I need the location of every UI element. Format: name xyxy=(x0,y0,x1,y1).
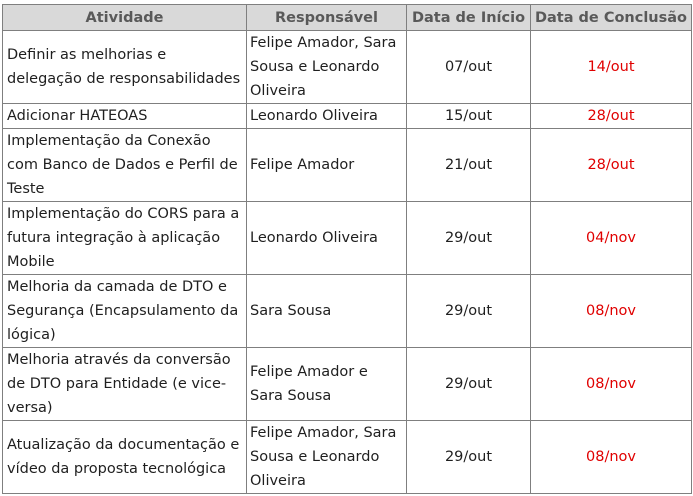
cell-owner: Leonardo Oliveira xyxy=(246,201,407,275)
cell-start-date: 29/out xyxy=(406,420,531,494)
cell-owner: Leonardo Oliveira xyxy=(246,103,407,129)
header-end-date: Data de Conclusão xyxy=(530,4,692,31)
cell-start-date: 21/out xyxy=(406,128,531,202)
cell-end-date: 14/out xyxy=(530,30,692,104)
table-row: Melhoria através da conversão de DTO par… xyxy=(2,347,692,421)
schedule-table: Atividade Responsável Data de Início Dat… xyxy=(2,4,692,494)
header-start-date: Data de Início xyxy=(406,4,531,31)
cell-start-date: 29/out xyxy=(406,201,531,275)
header-row: Atividade Responsável Data de Início Dat… xyxy=(2,4,692,31)
cell-owner: Felipe Amador, Sara Sousa e Leonardo Oli… xyxy=(246,420,407,494)
cell-activity: Definir as melhorias e delegação de resp… xyxy=(2,30,247,104)
table-header: Atividade Responsável Data de Início Dat… xyxy=(2,4,692,31)
cell-start-date: 29/out xyxy=(406,347,531,421)
header-owner: Responsável xyxy=(246,4,407,31)
table-row: Implementação da Conexão com Banco de Da… xyxy=(2,128,692,202)
table-row: Implementação do CORS para a futura inte… xyxy=(2,201,692,275)
cell-owner: Felipe Amador xyxy=(246,128,407,202)
cell-end-date: 28/out xyxy=(530,103,692,129)
table-body: Definir as melhorias e delegação de resp… xyxy=(2,30,692,494)
table-row: Adicionar HATEOAS Leonardo Oliveira 15/o… xyxy=(2,103,692,129)
cell-owner: Felipe Amador e Sara Sousa xyxy=(246,347,407,421)
cell-start-date: 29/out xyxy=(406,274,531,348)
cell-activity: Implementação da Conexão com Banco de Da… xyxy=(2,128,247,202)
cell-start-date: 15/out xyxy=(406,103,531,129)
cell-activity: Melhoria através da conversão de DTO par… xyxy=(2,347,247,421)
table-row: Definir as melhorias e delegação de resp… xyxy=(2,30,692,104)
cell-end-date: 08/nov xyxy=(530,420,692,494)
cell-owner: Sara Sousa xyxy=(246,274,407,348)
cell-activity: Adicionar HATEOAS xyxy=(2,103,247,129)
header-activity: Atividade xyxy=(2,4,247,31)
cell-end-date: 08/nov xyxy=(530,347,692,421)
cell-end-date: 08/nov xyxy=(530,274,692,348)
cell-end-date: 04/nov xyxy=(530,201,692,275)
cell-activity: Melhoria da camada de DTO e Segurança (E… xyxy=(2,274,247,348)
cell-start-date: 07/out xyxy=(406,30,531,104)
table-row: Atualização da documentação e vídeo da p… xyxy=(2,420,692,494)
cell-activity: Atualização da documentação e vídeo da p… xyxy=(2,420,247,494)
cell-owner: Felipe Amador, Sara Sousa e Leonardo Oli… xyxy=(246,30,407,104)
cell-activity: Implementação do CORS para a futura inte… xyxy=(2,201,247,275)
table-row: Melhoria da camada de DTO e Segurança (E… xyxy=(2,274,692,348)
cell-end-date: 28/out xyxy=(530,128,692,202)
